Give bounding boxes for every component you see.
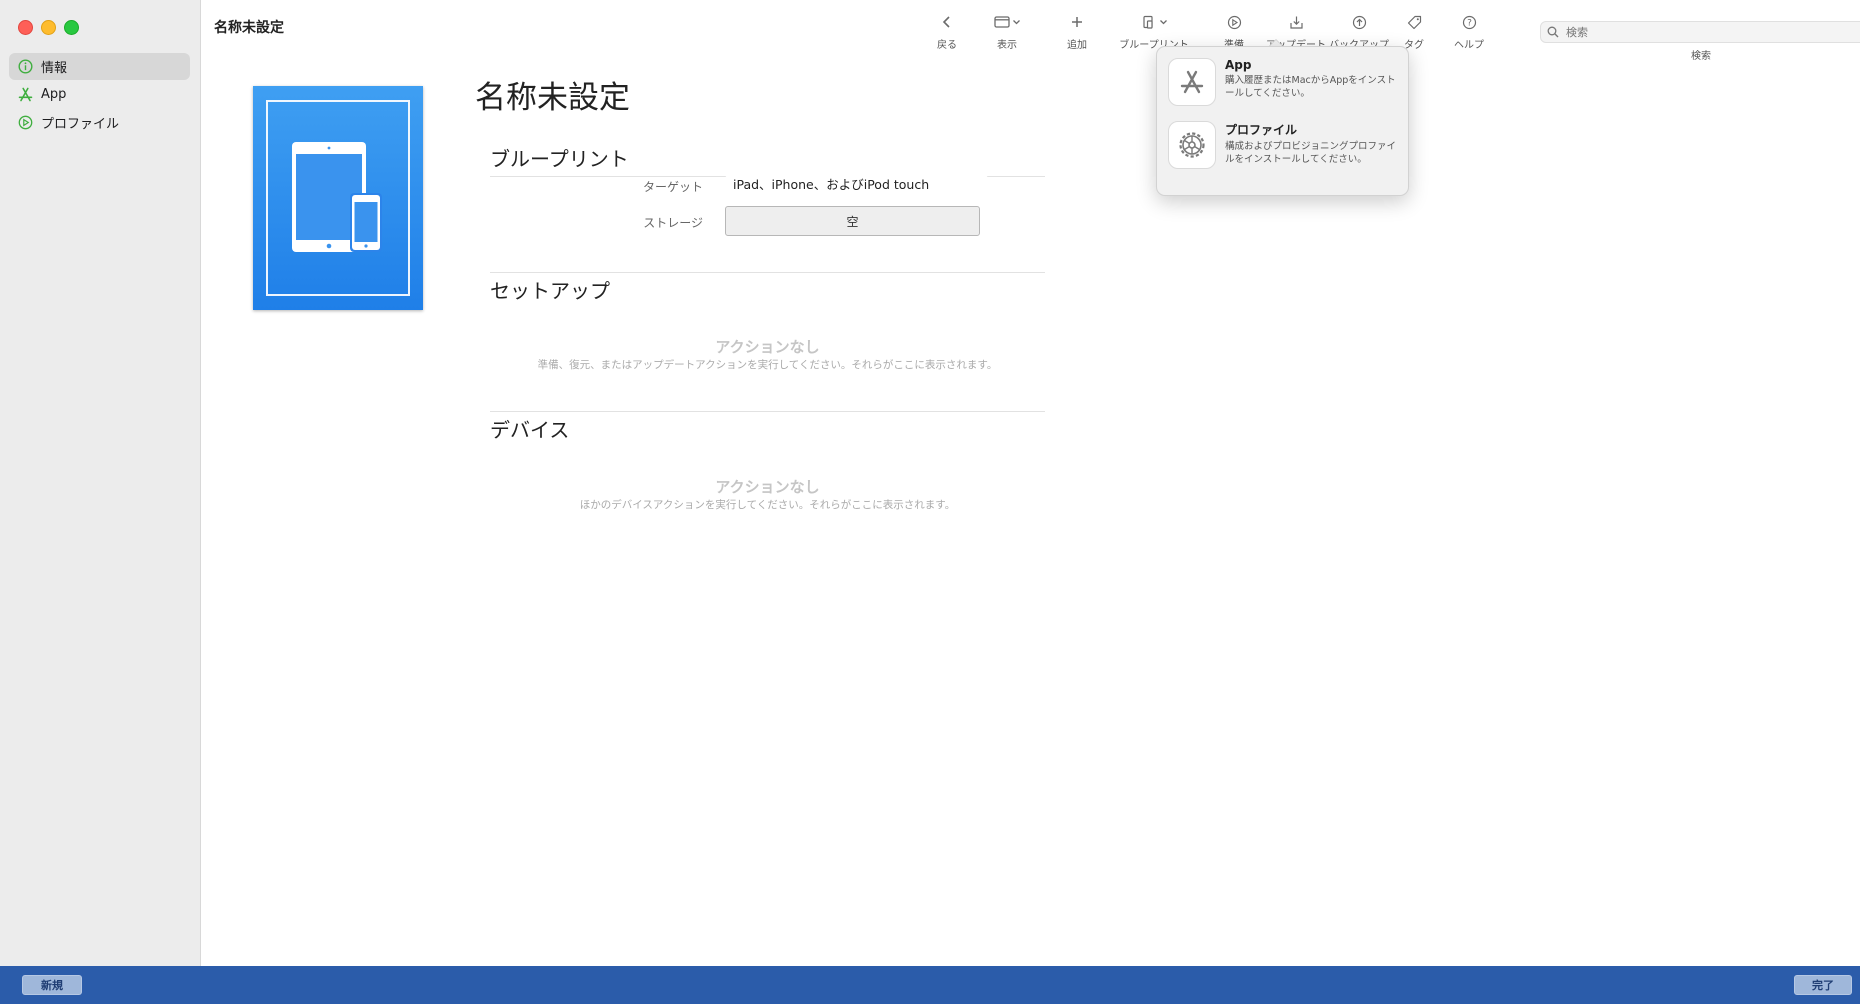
new-button[interactable]: 新規 — [22, 975, 82, 995]
toolbar-help-button[interactable]: ? ヘルプ — [1434, 12, 1504, 51]
devices-empty-description: ほかのデバイスアクションを実行してください。それらがここに表示されます。 — [579, 499, 956, 511]
toolbar-label: 表示 — [997, 40, 1017, 51]
sidebar-item-label: プロファイル — [41, 117, 120, 132]
devices-empty-title: アクションなし — [715, 478, 820, 496]
popover-item-description: 構成およびプロビジョニングプロファイルをインストールしてください。 — [1225, 141, 1397, 165]
popover-item-title: App — [1225, 58, 1252, 72]
tag-icon — [1407, 12, 1422, 32]
popover-item-description: 購入履歴またはMacからAppをインストールしてください。 — [1225, 75, 1396, 99]
sidebar-item-info[interactable]: 情報 — [9, 53, 190, 80]
blueprint-cover-image — [253, 86, 423, 310]
update-icon — [1289, 12, 1304, 32]
ipad-iphone-icon — [292, 142, 382, 252]
main-content: 名称未設定 戻る 表示 追加 ブループリント タグ ? ヘルプ 検索 検索 名称… — [201, 0, 1860, 966]
storage-value: 空 — [846, 214, 859, 229]
sidebar-item-label: 情報 — [41, 61, 68, 76]
blueprint-section-heading: ブループリント — [490, 143, 1045, 177]
plus-icon — [1070, 12, 1084, 32]
setup-section-heading: セットアップ — [490, 272, 1045, 308]
chevron-down-icon — [1159, 20, 1167, 25]
sidebar-list: 情報 App プロファイル — [9, 53, 190, 137]
blueprint-icon — [1141, 12, 1168, 32]
setup-empty-description: 準備、復元、またはアップデートアクションを実行してください。それらがここに表示さ… — [537, 359, 998, 371]
done-button[interactable]: 完了 — [1794, 975, 1852, 995]
close-window-button[interactable] — [18, 20, 33, 35]
storage-label: ストレージ — [643, 216, 703, 230]
chevron-down-icon — [1012, 20, 1020, 25]
search-input[interactable] — [1564, 24, 1848, 40]
new-button-label: 新規 — [41, 979, 63, 992]
storage-button[interactable]: 空 — [725, 206, 980, 236]
sidebar: 情報 App プロファイル — [0, 0, 201, 966]
page-title: 名称未設定 — [475, 80, 630, 116]
setup-empty-title: アクションなし — [715, 338, 820, 356]
popover-item-title: プロファイル — [1225, 123, 1298, 137]
zoom-window-button[interactable] — [64, 20, 79, 35]
toolbar-view-button[interactable]: 表示 — [972, 12, 1042, 51]
backup-icon — [1352, 12, 1367, 32]
minimize-window-button[interactable] — [41, 20, 56, 35]
toolbar-label: 戻る — [937, 40, 957, 51]
toolbar-add-button[interactable]: 追加 — [1042, 12, 1112, 51]
gear-icon — [1168, 121, 1216, 169]
help-icon: ? — [1462, 12, 1477, 32]
app-store-icon — [17, 87, 33, 103]
search-label: 検索 — [1691, 51, 1711, 62]
chevron-left-icon — [941, 12, 953, 32]
toolbar-label: ヘルプ — [1454, 40, 1484, 51]
window-view-icon — [993, 12, 1021, 32]
target-label: ターゲット — [642, 180, 703, 194]
target-value[interactable]: iPad、iPhone、およびiPod touch — [725, 175, 988, 195]
profile-icon — [17, 115, 33, 131]
toolbar-label: 追加 — [1067, 40, 1087, 51]
toolbar: 戻る 表示 追加 ブループリント タグ ? ヘルプ 検索 検索 — [201, 10, 1860, 62]
devices-section-heading: デバイス — [490, 411, 1045, 447]
app-store-icon — [1168, 58, 1216, 106]
window-controls — [18, 20, 79, 35]
popover-item-profile[interactable]: プロファイル 構成およびプロビジョニングプロファイルをインストールしてください。 — [1168, 121, 1400, 169]
app-window: 情報 App プロファイル 名称未設定 戻る 表示 追加 ブループリント タグ … — [0, 0, 1860, 1004]
search-field[interactable] — [1540, 21, 1860, 43]
search-icon — [1547, 23, 1559, 42]
add-popover: App 購入履歴またはMacからAppをインストールしてください。 プロファイル… — [1156, 46, 1409, 196]
done-button-label: 完了 — [1812, 979, 1834, 992]
sidebar-item-label: App — [41, 87, 67, 102]
info-icon — [17, 59, 33, 75]
bottom-bar: 新規 完了 — [0, 966, 1860, 1004]
sidebar-item-app[interactable]: App — [9, 81, 190, 108]
prepare-icon — [1227, 12, 1242, 32]
sidebar-item-profile[interactable]: プロファイル — [9, 109, 190, 136]
svg-text:?: ? — [1467, 18, 1472, 28]
popover-item-app[interactable]: App 購入履歴またはMacからAppをインストールしてください。 — [1168, 58, 1400, 106]
